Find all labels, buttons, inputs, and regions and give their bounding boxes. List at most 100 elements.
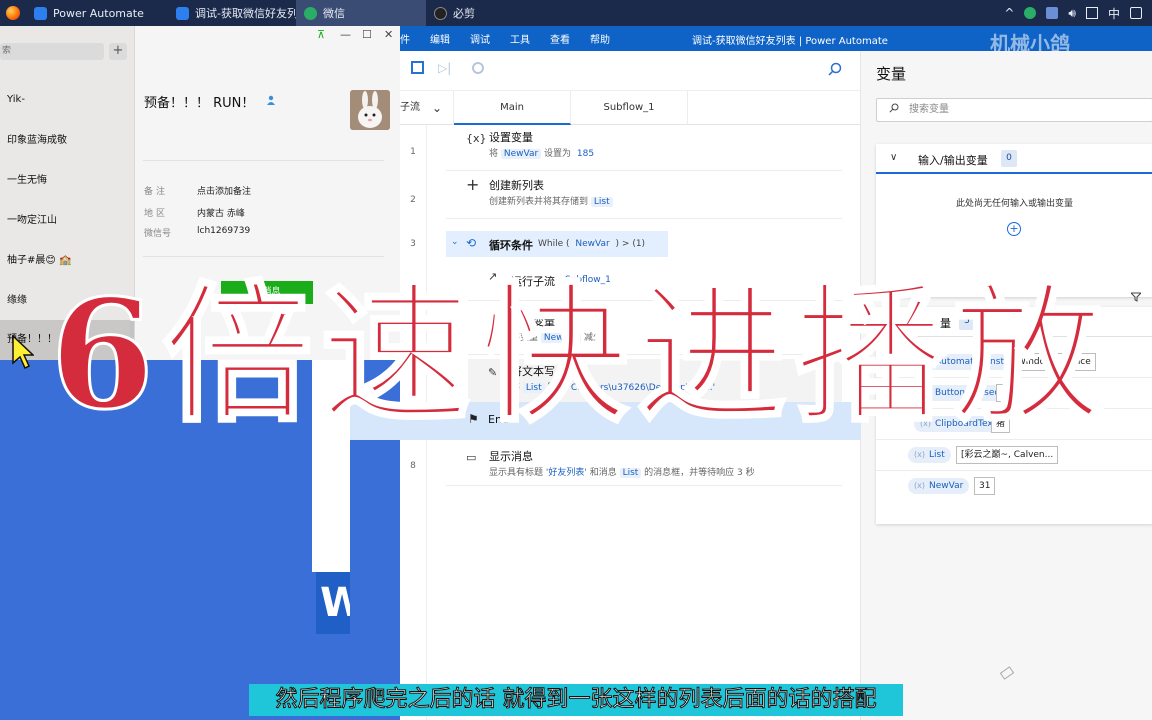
variable-chip: (x) List	[908, 447, 951, 463]
wechat-contact-list: 索 + Yik- 印象蓝海成敬 一生无悔 一吻定江山 柚子#晨😊 🏫 缘缘 预备…	[0, 26, 135, 360]
chevron-down-icon: ∨	[890, 152, 898, 163]
divider	[143, 256, 384, 257]
eraser-icon[interactable]	[999, 666, 1015, 680]
filter-icon[interactable]	[1131, 292, 1141, 302]
menu-edit[interactable]: 编辑	[430, 31, 450, 46]
variable-row[interactable]: (x) ButtonPressed2	[876, 378, 1152, 409]
io-variables-count: 0	[1001, 150, 1017, 167]
contact-avatar[interactable]	[350, 90, 390, 130]
desc-text: 创建新列表并将其存储到	[489, 197, 591, 207]
action-title: 将文本写入文件	[511, 365, 588, 378]
menu-view[interactable]: 查看	[550, 31, 570, 46]
tab-main[interactable]: Main	[454, 91, 571, 125]
taskbar-item-pa-debug[interactable]: 调试-获取微信好友列...	[168, 0, 296, 26]
action-title: 运行子流	[511, 275, 555, 288]
contact-item[interactable]: 一吻定江山	[0, 201, 133, 241]
contact-item[interactable]: Yik-	[0, 80, 133, 120]
taskbar-item-label: Power Automate	[53, 6, 144, 20]
desc-text: 将	[511, 383, 523, 393]
search-icon[interactable]	[828, 62, 842, 76]
menu-tools[interactable]: 工具	[510, 31, 530, 46]
wechat-tray-icon[interactable]	[1024, 7, 1037, 19]
variable-value: WindowInstance	[1012, 353, 1096, 371]
variable-chip: (x) NewVar	[908, 478, 970, 494]
field-label: 微信号	[144, 229, 172, 239]
decrease-icon: −	[488, 316, 498, 329]
add-io-variable-button[interactable]: +	[1007, 222, 1021, 236]
tab-subflow-1[interactable]: Subflow_1	[571, 91, 688, 125]
action-create-list[interactable]: + 创建新列表 创建新列表并将其存储到 List	[446, 173, 842, 219]
variable-icon: {x}	[466, 132, 487, 145]
menu-file[interactable]: 件	[400, 31, 410, 46]
volume-icon[interactable]: 🔊︎	[1068, 6, 1076, 21]
tab-row: 子流 ⌄ Main Subflow_1	[400, 91, 860, 125]
variable-token: NewVar	[540, 333, 582, 343]
file-path-token: 'C:\Users\u37626\Desktop\WX...'	[568, 383, 716, 393]
subflow-dropdown[interactable]: 子流 ⌄	[400, 91, 454, 125]
action-title: 循环条件	[489, 239, 533, 252]
close-button[interactable]: ✕	[384, 28, 393, 41]
line-number: 4	[410, 279, 416, 289]
send-message-button[interactable]: 发消息	[221, 281, 313, 304]
wechat-add-button[interactable]: +	[109, 43, 127, 60]
contact-item[interactable]: 柚子#晨😊 🏫	[0, 241, 133, 281]
pin-icon[interactable]: ⊼	[317, 28, 325, 41]
contact-list-scrollbar[interactable]	[130, 297, 134, 339]
variable-token: NewVar	[500, 149, 542, 159]
contact-item[interactable]: 一生无悔	[0, 161, 133, 201]
taskbar-item-bijian[interactable]: 必剪	[426, 0, 556, 26]
variable-row[interactable]: (x) AutomationInstance WindowInstance	[876, 347, 1152, 378]
line-number: 6	[410, 369, 416, 379]
firefox-icon[interactable]	[0, 0, 26, 26]
desc-text: 设置为	[541, 149, 574, 159]
loop-icon: ⟲	[466, 236, 477, 250]
word-icon[interactable]: W	[316, 572, 350, 634]
breakpoint-icon[interactable]	[472, 62, 484, 74]
io-variables-header[interactable]: ∨ 输入/输出变量 0	[876, 144, 1152, 174]
notification-icon[interactable]	[1130, 7, 1142, 19]
desc-text: 减少	[581, 333, 605, 343]
flow-variables-card: ∨ 流变量 5 (x) AutomationInstance WindowInst…	[876, 307, 1152, 524]
variable-name: NewVar	[928, 481, 964, 491]
battery-icon[interactable]	[1085, 7, 1098, 19]
search-placeholder: 搜索变量	[909, 104, 949, 115]
action-title: 设置变量	[489, 131, 533, 144]
action-set-variable[interactable]: {x} 设置变量 将 NewVar 设置为 185	[446, 125, 842, 171]
flow-variables-header[interactable]: ∨ 流变量 5	[876, 307, 1152, 337]
contact-item[interactable]: 缘缘	[0, 281, 133, 321]
variable-row[interactable]: (x) ClipboardText 猪	[876, 409, 1152, 440]
network-icon[interactable]	[1046, 7, 1059, 19]
action-run-subflow[interactable]: ↗ 运行子流 Subflow_1	[468, 263, 842, 301]
taskbar-item-power-automate[interactable]: Power Automate	[26, 0, 168, 26]
menu-help[interactable]: 帮助	[590, 31, 610, 46]
wechat-contact-detail: ⊼ — ☐ ✕ 预备！！！ RUN！ 备注 点击添加备注 地区 内蒙古 赤峰 微…	[135, 26, 400, 360]
next-step-icon[interactable]: ▷|	[438, 61, 451, 75]
variable-value	[996, 384, 1006, 402]
contact-item[interactable]: 印象蓝海成敬	[0, 121, 133, 161]
action-description: 将 List 写入 'C:\Users\u37626\Desktop\WX...…	[511, 380, 715, 393]
variables-search-input[interactable]: 搜索变量	[876, 98, 1152, 122]
action-end-row[interactable]: ⚑ End	[350, 402, 861, 440]
action-decrease-variable[interactable]: − 减少变量 将变量 NewVar 减少 1	[468, 309, 842, 355]
plus-icon: +	[466, 175, 480, 194]
variable-row[interactable]: (x) List [彩云之巅~, Calven...	[876, 440, 1152, 471]
ime-indicator[interactable]: 中	[1108, 5, 1120, 22]
wechat-search-input[interactable]: 索	[0, 43, 104, 60]
collapse-chevron-icon[interactable]: ⌄	[451, 237, 459, 247]
variable-row[interactable]: (x) NewVar 31	[876, 471, 1152, 502]
subflow-token: Subflow_1	[565, 275, 611, 285]
tray-chevron-icon[interactable]: ^	[1004, 6, 1014, 20]
action-loop-condition[interactable]: ⌄ ⟲ 循环条件 While ( NewVar ) > (1)	[446, 231, 668, 257]
variable-token: List	[522, 383, 545, 393]
action-write-text-file[interactable]: ✎ 将文本写入文件 将 List 写入 'C:\Users\u37626\Des…	[468, 359, 842, 405]
taskbar-item-wechat[interactable]: 微信	[296, 0, 426, 26]
action-title: 创建新列表	[489, 179, 544, 192]
variable-type-icon: (x)	[920, 419, 931, 428]
minimize-button[interactable]: —	[340, 28, 351, 41]
stop-icon[interactable]	[411, 61, 424, 74]
menu-debug[interactable]: 调试	[470, 31, 490, 46]
action-description: 显示具有标题 '好友列表' 和消息 List 的消息框，并等待响应 3 秒	[489, 465, 755, 478]
maximize-button[interactable]: ☐	[362, 28, 372, 41]
action-show-message[interactable]: ▭ 显示消息 显示具有标题 '好友列表' 和消息 List 的消息框，并等待响应…	[446, 444, 842, 486]
remark-value[interactable]: 点击添加备注	[197, 184, 251, 197]
